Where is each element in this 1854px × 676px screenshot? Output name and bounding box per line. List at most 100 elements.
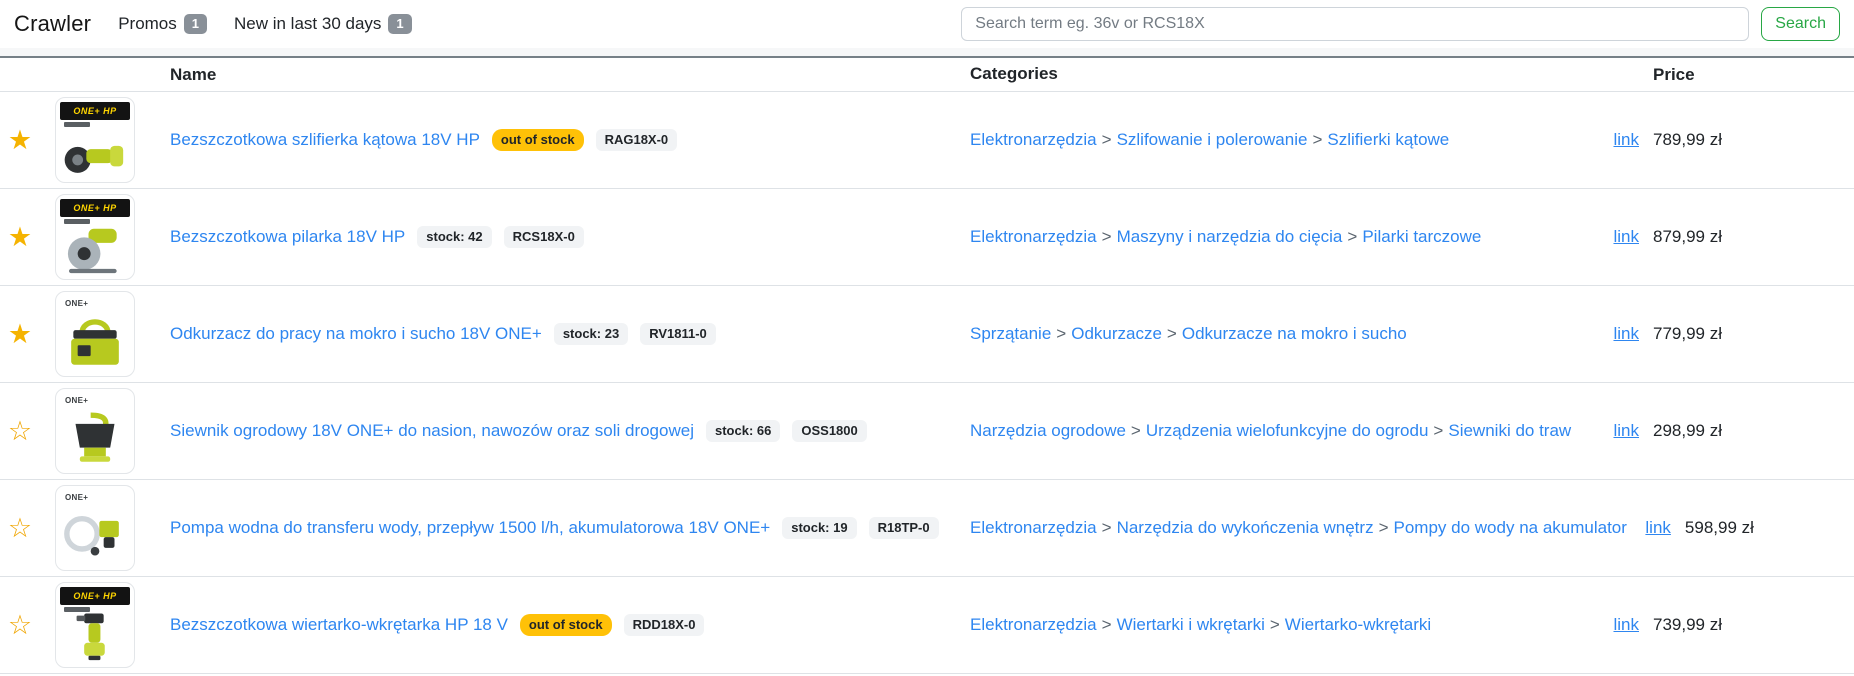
category-link[interactable]: Wiertarki i wkrętarki [1117, 615, 1265, 634]
breadcrumb-separator: > [1126, 421, 1146, 440]
category-link[interactable]: Siewniki do traw [1448, 421, 1571, 440]
category-link[interactable]: Narzędzia do wykończenia wnętrz [1117, 518, 1374, 537]
product-image: ONE+ [55, 291, 135, 377]
nav-promos[interactable]: Promos 1 [118, 14, 207, 34]
promos-count-badge: 1 [184, 14, 207, 34]
nav-promos-label: Promos [118, 14, 177, 34]
table-row: ☆ ONE+ HP Bezszczotkowa wiertarko-wkręta… [0, 577, 1854, 674]
product-image: ONE+ [55, 485, 135, 571]
category-link[interactable]: Odkurzacze na mokro i sucho [1182, 324, 1407, 343]
topbar: Crawler Promos 1 New in last 30 days 1 S… [0, 0, 1854, 48]
category-link[interactable]: Urządzenia wielofunkcyjne do ogrodu [1146, 421, 1429, 440]
category-link[interactable]: Elektronarzędzia [970, 227, 1097, 246]
product-price: 789,99 zł [1645, 130, 1854, 150]
table-row: ☆ ONE+ Siewnik ogrodowy 18V ONE+ do nasi… [0, 383, 1854, 480]
circular-saw-illustration [56, 224, 134, 279]
category-link[interactable]: Sprzątanie [970, 324, 1051, 343]
sku-badge: RAG18X-0 [596, 129, 678, 151]
product-name-link[interactable]: Bezszczotkowa szlifierka kątowa 18V HP [170, 130, 480, 150]
table-top-strip [0, 48, 1854, 56]
favorite-star-icon[interactable]: ★ [8, 125, 32, 155]
sku-badge: RCS18X-0 [504, 226, 584, 248]
favorite-star-icon[interactable]: ★ [8, 222, 32, 252]
product-image: ONE+ HP [55, 194, 135, 280]
brand-label: ONE+ [65, 299, 134, 308]
stock-badge: out of stock [492, 129, 584, 151]
product-name-link[interactable]: Odkurzacz do pracy na mokro i sucho 18V … [170, 324, 542, 344]
nav-new-label: New in last 30 days [234, 14, 381, 34]
product-price: 879,99 zł [1645, 227, 1854, 247]
table-header: Name Categories Price [0, 56, 1854, 92]
product-image: ONE+ HP [55, 97, 135, 183]
column-header-categories: Categories [960, 60, 1595, 88]
category-link[interactable]: Elektronarzędzia [970, 130, 1097, 149]
stock-badge: stock: 66 [706, 420, 780, 442]
product-price: 298,99 zł [1645, 421, 1854, 441]
favorite-star-icon[interactable]: ☆ [8, 513, 32, 543]
category-link[interactable]: Elektronarzędzia [970, 518, 1097, 537]
category-breadcrumb: Elektronarzędzia>Maszyny i narzędzia do … [960, 223, 1595, 251]
table-row: ☆ ONE+ Pompa wodna do transferu wody, pr… [0, 480, 1854, 577]
product-name-link[interactable]: Siewnik ogrodowy 18V ONE+ do nasion, naw… [170, 421, 694, 441]
stock-badge: stock: 42 [417, 226, 491, 248]
angle-grinder-illustration [56, 127, 134, 182]
favorite-star-icon[interactable]: ★ [8, 319, 32, 349]
app-title: Crawler [14, 11, 91, 37]
stock-badge: stock: 19 [782, 517, 856, 539]
category-link[interactable]: Maszyny i narzędzia do cięcia [1117, 227, 1343, 246]
table-row: ★ ONE+ HP Bezszczotkowa pilarka 18V HP s… [0, 189, 1854, 286]
new-count-badge: 1 [388, 14, 411, 34]
brand-label: ONE+ [65, 396, 134, 405]
nav-new-in-30-days[interactable]: New in last 30 days 1 [234, 14, 412, 34]
category-breadcrumb: Elektronarzędzia>Narzędzia do wykończeni… [960, 514, 1627, 542]
category-link[interactable]: Narzędzia ogrodowe [970, 421, 1126, 440]
external-product-link[interactable]: link [1613, 421, 1639, 440]
external-product-link[interactable]: link [1613, 130, 1639, 149]
breadcrumb-separator: > [1342, 227, 1362, 246]
sku-badge: RV1811-0 [640, 323, 716, 345]
product-image: ONE+ [55, 388, 135, 474]
search-input[interactable] [961, 7, 1749, 41]
product-price: 779,99 zł [1645, 324, 1854, 344]
spreader-illustration [56, 405, 134, 473]
external-product-link[interactable]: link [1613, 324, 1639, 343]
category-breadcrumb: Elektronarzędzia>Szlifowanie i polerowan… [960, 126, 1595, 154]
category-link[interactable]: Pilarki tarczowe [1362, 227, 1481, 246]
table-row: ★ ONE+ HP Bezszczotkowa szlifierka kątow… [0, 92, 1854, 189]
favorite-star-icon[interactable]: ☆ [8, 416, 32, 446]
product-name-link[interactable]: Bezszczotkowa pilarka 18V HP [170, 227, 405, 247]
breadcrumb-separator: > [1162, 324, 1182, 343]
breadcrumb-separator: > [1097, 518, 1117, 537]
breadcrumb-separator: > [1097, 130, 1117, 149]
category-link[interactable]: Szlifowanie i polerowanie [1117, 130, 1308, 149]
category-breadcrumb: Sprzątanie>Odkurzacze>Odkurzacze na mokr… [960, 320, 1595, 348]
vacuum-illustration [56, 308, 134, 376]
category-breadcrumb: Elektronarzędzia>Wiertarki i wkrętarki>W… [960, 611, 1595, 639]
breadcrumb-separator: > [1097, 227, 1117, 246]
category-breadcrumb: Narzędzia ogrodowe>Urządzenia wielofunkc… [960, 417, 1595, 445]
brand-banner: ONE+ HP [60, 587, 130, 605]
external-product-link[interactable]: link [1613, 615, 1639, 634]
category-link[interactable]: Szlifierki kątowe [1327, 130, 1449, 149]
product-name-link[interactable]: Pompa wodna do transferu wody, przepływ … [170, 518, 770, 538]
category-link[interactable]: Pompy do wody na akumulator [1394, 518, 1627, 537]
stock-badge: stock: 23 [554, 323, 628, 345]
search-button[interactable]: Search [1761, 7, 1840, 41]
external-product-link[interactable]: link [1645, 518, 1671, 537]
brand-banner: ONE+ HP [60, 199, 130, 217]
brand-label: ONE+ [65, 493, 134, 502]
sku-badge: OSS1800 [792, 420, 866, 442]
sku-badge: RDD18X-0 [624, 614, 705, 636]
sku-badge: R18TP-0 [869, 517, 939, 539]
stock-badge: out of stock [520, 614, 612, 636]
favorite-star-icon[interactable]: ☆ [8, 610, 32, 640]
product-price: 739,99 zł [1645, 615, 1854, 635]
category-link[interactable]: Wiertarko-wkrętarki [1285, 615, 1431, 634]
category-link[interactable]: Odkurzacze [1071, 324, 1162, 343]
breadcrumb-separator: > [1051, 324, 1071, 343]
category-link[interactable]: Elektronarzędzia [970, 615, 1097, 634]
product-image: ONE+ HP [55, 582, 135, 668]
table-row: ★ ONE+ Odkurzacz do pracy na mokro i suc… [0, 286, 1854, 383]
external-product-link[interactable]: link [1613, 227, 1639, 246]
product-name-link[interactable]: Bezszczotkowa wiertarko-wkrętarka HP 18 … [170, 615, 508, 635]
